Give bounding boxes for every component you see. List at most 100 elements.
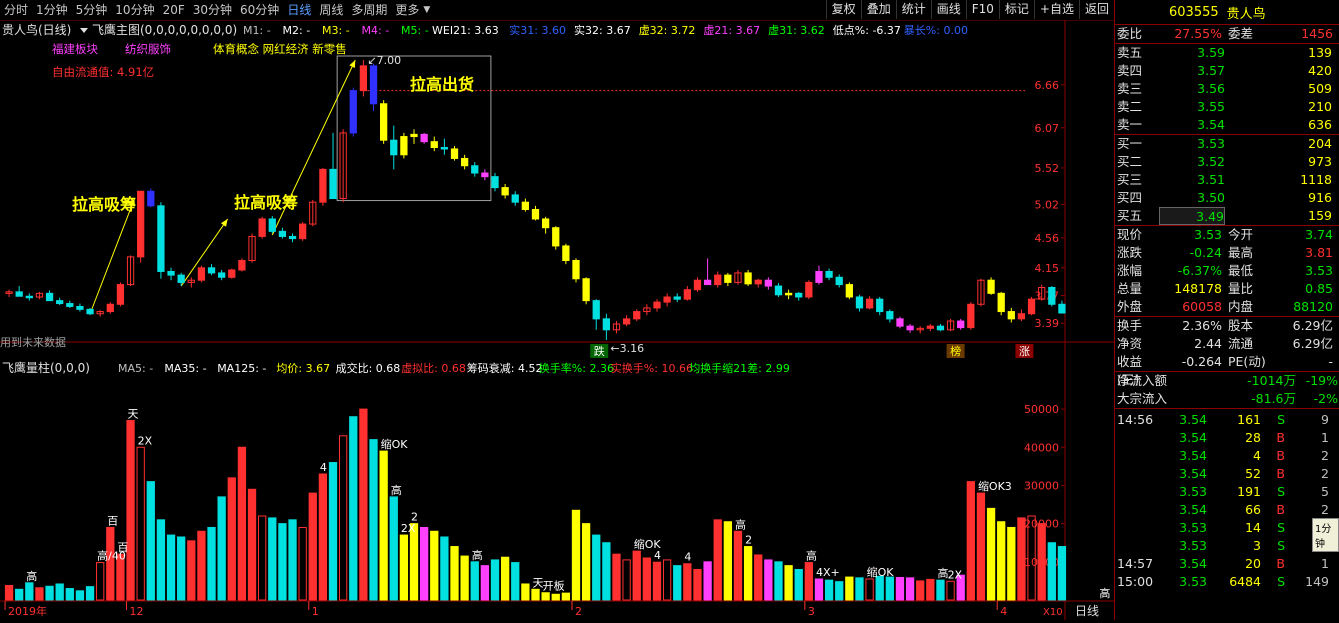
candle[interactable] xyxy=(66,303,74,307)
candle[interactable] xyxy=(703,279,712,286)
volume-bar[interactable] xyxy=(470,561,479,601)
volume-bar[interactable] xyxy=(673,565,682,601)
volume-bar[interactable] xyxy=(339,435,348,601)
volume-bar[interactable] xyxy=(298,526,307,601)
candle[interactable] xyxy=(987,279,995,294)
candle[interactable] xyxy=(582,278,590,302)
candle[interactable] xyxy=(390,139,398,156)
volume-bar[interactable] xyxy=(197,530,206,601)
volume-bar[interactable] xyxy=(136,446,145,601)
candle[interactable] xyxy=(622,318,631,325)
volume-bar[interactable] xyxy=(1007,526,1016,601)
candle[interactable] xyxy=(440,147,449,150)
candle[interactable] xyxy=(167,270,175,276)
candle[interactable] xyxy=(420,133,428,143)
volume-bar[interactable] xyxy=(723,521,732,601)
volume-bar[interactable] xyxy=(146,481,155,601)
candle[interactable] xyxy=(430,141,438,148)
more-arrow-icon[interactable]: ▼ xyxy=(423,0,430,20)
candle[interactable] xyxy=(491,176,499,189)
volume-bar[interactable] xyxy=(521,583,530,601)
candle[interactable] xyxy=(380,103,388,141)
tab-0[interactable]: 分时 xyxy=(0,0,32,20)
candle[interactable] xyxy=(845,284,853,298)
candle[interactable] xyxy=(896,318,904,327)
toolbar-button-6[interactable]: +自选 xyxy=(1033,0,1079,19)
volume-bar[interactable] xyxy=(318,473,328,601)
candle[interactable] xyxy=(369,65,378,105)
volume-bar[interactable] xyxy=(207,526,216,601)
ask-price[interactable]: 3.54 xyxy=(1159,116,1225,134)
bid-price[interactable]: 3.49 xyxy=(1159,207,1225,225)
candle[interactable] xyxy=(663,296,671,303)
volume-indicator-name[interactable]: 飞鹰量柱(0,0,0) xyxy=(2,360,90,375)
volume-bar[interactable] xyxy=(986,507,996,601)
volume-bar[interactable] xyxy=(480,565,490,601)
volume-bar[interactable] xyxy=(460,555,469,601)
volume-bar[interactable] xyxy=(581,523,591,601)
tab-4[interactable]: 20F xyxy=(159,0,189,20)
candle[interactable] xyxy=(1058,303,1066,314)
candle[interactable] xyxy=(936,325,945,331)
volume-bar[interactable] xyxy=(156,519,166,601)
volume-bar[interactable] xyxy=(916,580,925,601)
volume-bar[interactable] xyxy=(794,568,803,601)
volume-bar[interactable] xyxy=(490,559,500,601)
candle[interactable] xyxy=(784,292,793,296)
volume-bar[interactable] xyxy=(45,585,54,601)
toolbar-button-0[interactable]: 复权 xyxy=(825,0,861,19)
candle[interactable] xyxy=(815,270,823,283)
volume-bar[interactable] xyxy=(166,534,176,601)
volume-bar[interactable] xyxy=(349,416,358,601)
toolbar-button-5[interactable]: 标记 xyxy=(998,0,1034,19)
volume-bar[interactable] xyxy=(500,556,510,601)
tab-10[interactable]: 更多 xyxy=(391,0,423,20)
candle[interactable] xyxy=(997,292,1005,313)
candle[interactable] xyxy=(410,133,418,138)
volume-bar[interactable] xyxy=(622,559,631,601)
ask-price[interactable]: 3.57 xyxy=(1159,62,1225,80)
volume-bar[interactable] xyxy=(35,587,44,601)
candle[interactable] xyxy=(531,208,540,220)
volume-bar[interactable] xyxy=(551,593,560,601)
tab-7[interactable]: 日线 xyxy=(283,0,315,20)
candle[interactable] xyxy=(795,292,803,298)
volume-bar[interactable] xyxy=(541,592,550,601)
volume-bar[interactable] xyxy=(713,519,722,601)
candle[interactable] xyxy=(633,311,641,320)
ask-price[interactable]: 3.56 xyxy=(1159,80,1225,98)
volume-bar[interactable] xyxy=(895,576,905,601)
volume-bar[interactable] xyxy=(217,496,226,601)
candle[interactable] xyxy=(541,218,550,229)
volume-bar[interactable] xyxy=(845,576,854,601)
volume-bar[interactable] xyxy=(1037,523,1046,601)
volume-bar[interactable] xyxy=(419,526,429,601)
candle[interactable] xyxy=(714,274,722,286)
ask-price[interactable]: 3.59 xyxy=(1159,44,1225,62)
volume-bar[interactable] xyxy=(936,579,945,601)
volume-bar[interactable] xyxy=(258,515,267,601)
volume-bar[interactable] xyxy=(328,462,338,601)
volume-bar[interactable] xyxy=(247,488,257,601)
volume-bar[interactable] xyxy=(96,562,105,601)
candle[interactable] xyxy=(299,223,307,240)
volume-bar[interactable] xyxy=(733,530,743,601)
candle[interactable] xyxy=(744,272,752,285)
volume-bar[interactable] xyxy=(278,523,287,601)
candle[interactable] xyxy=(400,136,408,156)
toolbar-button-7[interactable]: 返回 xyxy=(1078,0,1114,19)
volume-bar[interactable] xyxy=(824,579,834,601)
candle[interactable] xyxy=(319,168,327,203)
volume-bar[interactable] xyxy=(369,439,378,601)
candle[interactable] xyxy=(197,267,206,281)
candle[interactable] xyxy=(268,218,276,232)
candle[interactable] xyxy=(471,165,479,174)
toolbar-button-4[interactable]: F10 xyxy=(965,0,999,19)
candle[interactable] xyxy=(855,296,864,309)
candle[interactable] xyxy=(76,305,84,310)
candle[interactable] xyxy=(511,194,519,203)
volume-bar[interactable] xyxy=(976,492,986,601)
candle[interactable] xyxy=(116,284,125,305)
bid-price[interactable]: 3.51 xyxy=(1159,171,1225,189)
candle[interactable] xyxy=(106,303,114,313)
